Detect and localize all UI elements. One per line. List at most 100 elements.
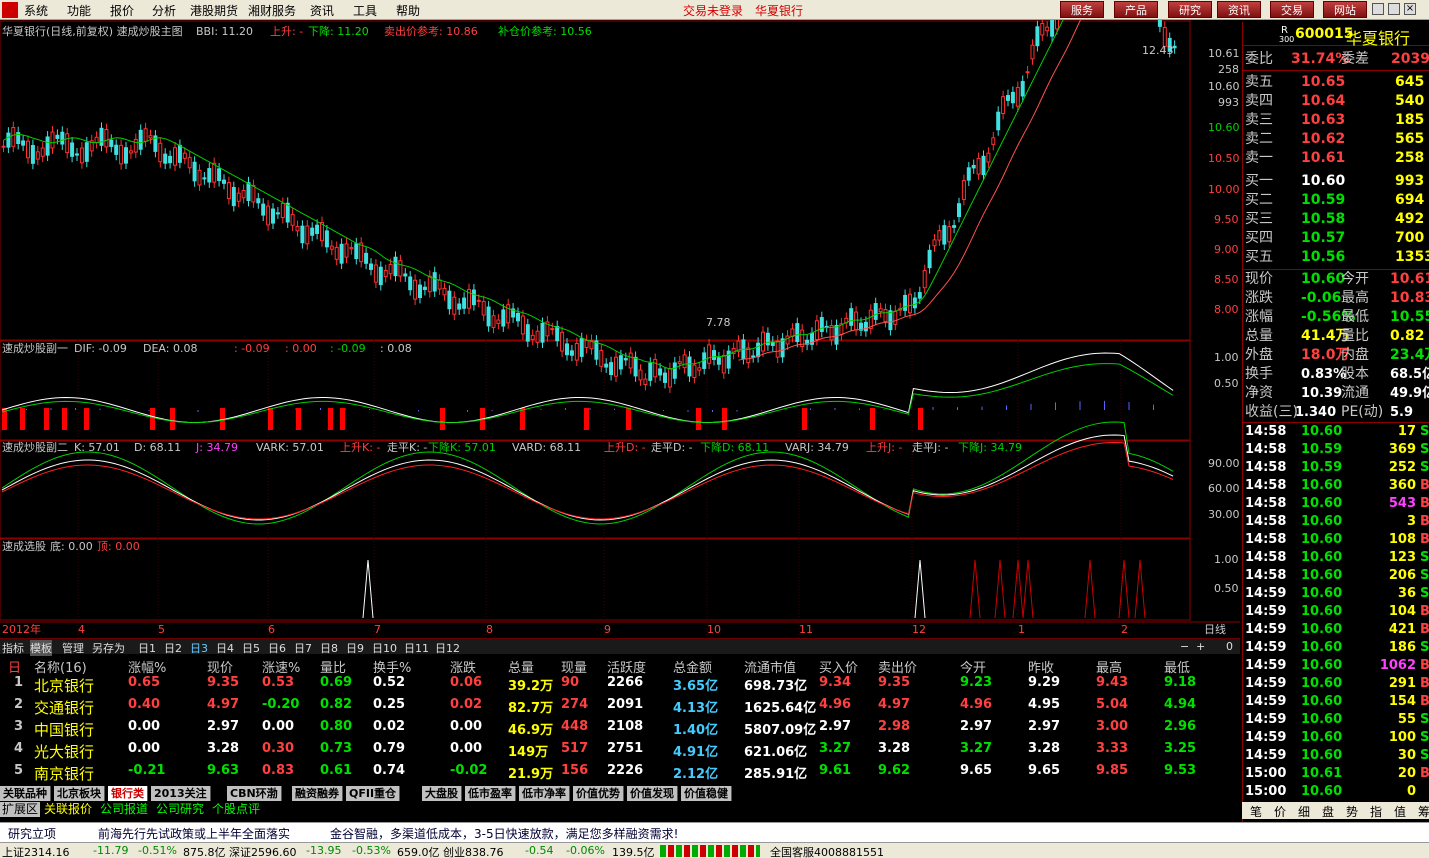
- tab-day6[interactable]: 日6: [268, 640, 286, 656]
- col-header[interactable]: 总量: [508, 657, 534, 676]
- col-header[interactable]: 总金额: [673, 657, 712, 676]
- sell-level[interactable]: 卖一 10.61 258: [1243, 149, 1429, 168]
- tab-category-9[interactable]: 低市净率: [519, 786, 570, 801]
- col-header[interactable]: 现量: [561, 657, 587, 676]
- sell-level[interactable]: 卖三 10.63 185: [1243, 111, 1429, 130]
- menu-info[interactable]: 资讯: [310, 2, 334, 19]
- tab-category-0[interactable]: 关联品种: [0, 786, 51, 801]
- tab-category-2[interactable]: 银行类: [108, 786, 148, 801]
- tab-detail-3[interactable]: 盘: [1322, 803, 1334, 820]
- kline-chart[interactable]: [0, 20, 1240, 638]
- tab-day3[interactable]: 日3: [190, 640, 208, 656]
- col-header[interactable]: 今开: [960, 657, 986, 676]
- tab-related-quote[interactable]: 关联报价: [42, 802, 94, 817]
- col-header[interactable]: 流通市值: [744, 657, 796, 676]
- tab-category-1[interactable]: 北京板块: [54, 786, 105, 801]
- news-item[interactable]: 研究立项: [8, 825, 56, 842]
- service-button[interactable]: 服务: [1060, 1, 1104, 18]
- table-row[interactable]: 1 北京银行 0.65 9.35 0.53 0.69 0.52 0.06 39.2万 90 2266…: [0, 675, 1240, 697]
- close-icon[interactable]: ×: [1404, 3, 1416, 15]
- table-row[interactable]: 5 南京银行 -0.21 9.63 0.83 0.61 0.74 -0.02 21.9万 156 2…: [0, 763, 1240, 785]
- col-header[interactable]: 活跃度: [607, 657, 646, 676]
- col-header[interactable]: 量比: [320, 657, 346, 676]
- tab-detail-0[interactable]: 笔: [1250, 803, 1262, 820]
- tab-detail-2[interactable]: 细: [1298, 803, 1310, 820]
- news-item[interactable]: 金谷智融，多渠道低成本，3-5日快速放款，满足您多样融资需求!: [330, 825, 678, 842]
- tab-day7[interactable]: 日7: [294, 640, 312, 656]
- col-header[interactable]: 现价: [207, 657, 233, 676]
- tab-category-3[interactable]: 2013关注: [151, 786, 211, 801]
- tab-category-10[interactable]: 价值优势: [573, 786, 624, 801]
- menu-function[interactable]: 功能: [67, 2, 91, 19]
- menu-hk-futures[interactable]: 港股期货: [190, 2, 238, 19]
- tab-template[interactable]: 模板: [30, 640, 52, 656]
- tab-detail-4[interactable]: 势: [1346, 803, 1358, 820]
- maximize-icon[interactable]: [1388, 3, 1400, 15]
- col-header[interactable]: 最低: [1164, 657, 1190, 676]
- cy-index[interactable]: 创业838.76: [443, 844, 504, 858]
- tab-detail-5[interactable]: 指: [1370, 803, 1382, 820]
- tab-day11[interactable]: 日11: [404, 640, 429, 656]
- table-row[interactable]: 3 中国银行 0.00 2.97 0.00 0.80 0.02 0.00 46.9万 448 210…: [0, 719, 1240, 741]
- tab-extension[interactable]: 扩展区: [0, 802, 41, 817]
- tab-day5[interactable]: 日5: [242, 640, 260, 656]
- tab-category-6[interactable]: QFII重仓: [346, 786, 401, 801]
- tab-day1[interactable]: 日1: [138, 640, 156, 656]
- menu-xiangcai[interactable]: 湘财服务: [248, 2, 296, 19]
- zoom-out-icon[interactable]: −: [1180, 640, 1189, 653]
- sz-index[interactable]: 深证2596.60: [229, 844, 297, 858]
- product-button[interactable]: 产品: [1114, 1, 1158, 18]
- tab-stock-comment[interactable]: 个股点评: [210, 802, 262, 817]
- tab-day4[interactable]: 日4: [216, 640, 234, 656]
- col-header[interactable]: 涨速%: [262, 657, 300, 676]
- news-item[interactable]: 前海先行先试政策或上半年全面落实: [98, 825, 290, 842]
- col-header[interactable]: 换手%: [373, 657, 411, 676]
- col-header[interactable]: 买入价: [819, 657, 858, 676]
- login-link[interactable]: 交易未登录: [683, 2, 743, 19]
- buy-level[interactable]: 买五10.561353: [1243, 248, 1429, 267]
- info-button[interactable]: 资讯: [1217, 1, 1261, 18]
- table-row[interactable]: 4 光大银行 0.00 3.28 0.30 0.73 0.79 0.00 149万 517 2751…: [0, 741, 1240, 763]
- tab-day12[interactable]: 日12: [435, 640, 460, 656]
- tab-day10[interactable]: 日10: [372, 640, 397, 656]
- sell-level[interactable]: 卖四 10.64 540: [1243, 92, 1429, 111]
- tab-day8[interactable]: 日8: [320, 640, 338, 656]
- table-row[interactable]: 2 交通银行 0.40 4.97 -0.20 0.82 0.25 0.02 82.7万 274 20…: [0, 697, 1240, 719]
- reset-icon[interactable]: 0: [1226, 640, 1233, 653]
- zoom-in-icon[interactable]: +: [1196, 640, 1205, 653]
- menu-quote[interactable]: 报价: [110, 2, 134, 19]
- minimize-icon[interactable]: [1372, 3, 1384, 15]
- tab-detail-6[interactable]: 值: [1394, 803, 1406, 820]
- stock-name-cell[interactable]: 南京银行: [34, 763, 94, 784]
- tab-manage[interactable]: 管理: [62, 640, 84, 656]
- website-button[interactable]: 网站: [1323, 1, 1367, 18]
- tab-category-8[interactable]: 低市盈率: [465, 786, 516, 801]
- tab-category-7[interactable]: 大盘股: [422, 786, 462, 801]
- tab-indicator[interactable]: 指标: [2, 640, 24, 656]
- sh-index[interactable]: 上证2314.16: [2, 844, 70, 858]
- col-header[interactable]: 涨幅%: [128, 657, 166, 676]
- tab-category-11[interactable]: 价值发现: [627, 786, 678, 801]
- menu-analysis[interactable]: 分析: [152, 2, 176, 19]
- tab-category-4[interactable]: CBN环渤: [227, 786, 282, 801]
- menu-system[interactable]: 系统: [24, 2, 48, 19]
- menu-help[interactable]: 帮助: [396, 2, 420, 19]
- broker-link[interactable]: 华夏银行: [755, 2, 803, 19]
- tab-day2[interactable]: 日2: [164, 640, 182, 656]
- col-header[interactable]: 卖出价: [878, 657, 917, 676]
- buy-level[interactable]: 买四 10.57 700: [1243, 229, 1429, 248]
- tab-company-news[interactable]: 公司报道: [98, 802, 150, 817]
- stock-name-cell[interactable]: 北京银行: [34, 675, 94, 696]
- buy-level[interactable]: 买一 10.60 993: [1243, 172, 1429, 191]
- col-header[interactable]: 最高: [1096, 657, 1122, 676]
- stock-name-cell[interactable]: 光大银行: [34, 741, 94, 762]
- tab-detail-7[interactable]: 筹: [1418, 803, 1429, 820]
- tab-saveas[interactable]: 另存为: [92, 640, 125, 656]
- buy-level[interactable]: 买二 10.59 694: [1243, 191, 1429, 210]
- col-header[interactable]: 昨收: [1028, 657, 1054, 676]
- tab-company-research[interactable]: 公司研究: [154, 802, 206, 817]
- trade-button[interactable]: 交易: [1270, 1, 1314, 18]
- tab-day9[interactable]: 日9: [346, 640, 364, 656]
- stock-name-cell[interactable]: 中国银行: [34, 719, 94, 740]
- tab-category-12[interactable]: 价值稳健: [681, 786, 732, 801]
